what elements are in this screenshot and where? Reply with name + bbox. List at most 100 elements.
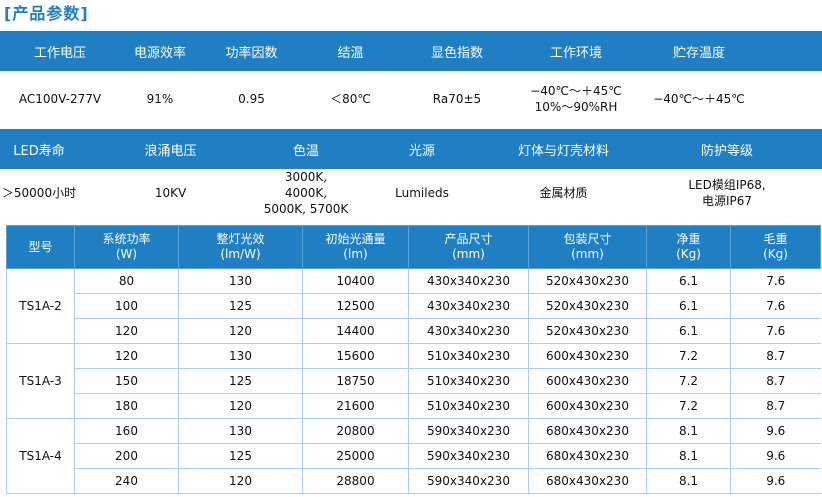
param-header-housing-material: 灯体与灯壳材料	[517, 143, 609, 159]
cell-net-weight: 8.1	[646, 418, 731, 444]
cell-product-size: 510x340x230	[408, 343, 529, 369]
params2-header-band: LED寿命 浪涌电压 色温 光源 灯体与灯壳材料 防护等级	[0, 129, 822, 169]
cell-product-size: 590x340x230	[408, 418, 529, 444]
col-header-system-power: 系统功率 (W)	[74, 225, 179, 269]
cell-system-power: 100	[74, 293, 179, 319]
col-header-net-weight: 净重 (Kg)	[646, 225, 731, 269]
param-header-junction-temp: 结温	[337, 45, 364, 61]
table-row: 200 125 25000 590x340x230 680x430x230 8.1 9.6	[7, 443, 821, 469]
col-header-product-size: 产品尺寸 (mm)	[408, 225, 529, 269]
cell-efficacy: 120	[178, 393, 303, 419]
cell-product-size: 590x340x230	[408, 443, 529, 469]
cell-product-size: 430x340x230	[408, 318, 529, 344]
param-value-power-efficiency: 91%	[146, 92, 174, 106]
cell-gross-weight: 7.6	[730, 268, 821, 294]
cell-net-weight: 6.1	[646, 318, 731, 344]
table-row: TS1A-4 160 130 20800 590x340x230 680x430x230 8…	[6, 418, 821, 494]
cell-initial-flux: 14400	[302, 318, 409, 344]
params1-value-row: AC100V-277V 91% 0.95 ＜80℃ Ra70±5 −40℃～＋4…	[0, 76, 822, 122]
table-row: 150 125 18750 510x340x230 600x430x230 7.2 8.7	[7, 368, 821, 394]
cell-gross-weight: 9.6	[730, 443, 821, 469]
table-row: 100 125 12500 430x340x230 520x430x230 6.1 7.6	[7, 293, 821, 319]
param-header-cri: 显色指数	[430, 45, 483, 61]
col-header-package-size: 包装尺寸 (mm)	[528, 225, 647, 269]
param-value-storage-temp: −40℃～＋45℃	[653, 92, 745, 106]
table-row: TS1A-3 120 130 15600 510x340x230 600x430x230 7…	[6, 343, 821, 419]
cell-initial-flux: 18750	[302, 368, 409, 394]
cell-product-size: 430x340x230	[408, 268, 529, 294]
cell-efficacy: 130	[178, 418, 303, 444]
cell-net-weight: 7.2	[646, 343, 731, 369]
cell-initial-flux: 28800	[302, 468, 409, 494]
col-header-gross-weight: 毛重 (Kg)	[730, 225, 821, 269]
cell-package-size: 600x430x230	[528, 343, 647, 369]
cell-package-size: 600x430x230	[528, 368, 647, 394]
param-header-surge-voltage: 浪涌电压	[144, 143, 197, 159]
param-header-power-factor: 功率因数	[225, 45, 278, 61]
page-title: [产品参数]	[4, 4, 89, 23]
param-value-surge-voltage: 10KV	[154, 186, 187, 200]
spec-table-header-row: 型号 系统功率 (W) 整灯光效 (lm/W) 初始光通量 (lm) 产品尺寸 …	[6, 225, 821, 269]
col-header-initial-flux: 初始光通量 (lm)	[302, 225, 409, 269]
table-row: TS1A-2 80 130 10400 430x340x230 520x430x230 6.…	[6, 268, 821, 344]
params1-header-band: 工作电压 电源效率 功率因数 结温 显色指数 工作环境 贮存温度	[0, 31, 822, 71]
param-header-light-source: 光源	[408, 143, 435, 159]
param-value-color-temp: 3000K, 4000K, 5000K, 5700K	[263, 170, 349, 216]
cell-net-weight: 6.1	[646, 268, 731, 294]
param-header-power-efficiency: 电源效率	[133, 45, 186, 61]
col-header-efficacy: 整灯光效 (lm/W)	[178, 225, 303, 269]
table-row: 240 120 28800 590x340x230 680x430x230 8.1 9.6	[7, 468, 821, 494]
cell-efficacy: 125	[178, 368, 303, 394]
param-value-operating-voltage: AC100V-277V	[18, 92, 102, 106]
cell-efficacy: 125	[178, 443, 303, 469]
cell-net-weight: 6.1	[646, 293, 731, 319]
cell-package-size: 520x430x230	[528, 268, 647, 294]
cell-package-size: 520x430x230	[528, 318, 647, 344]
cell-package-size: 680x430x230	[528, 468, 647, 494]
cell-gross-weight: 7.6	[730, 293, 821, 319]
cell-net-weight: 8.1	[646, 468, 731, 494]
cell-gross-weight: 9.6	[730, 418, 821, 444]
table-row: 120 120 14400 430x340x230 520x430x230 6.1 7.6	[7, 318, 821, 344]
cell-package-size: 680x430x230	[528, 418, 647, 444]
cell-efficacy: 120	[178, 318, 303, 344]
cell-net-weight: 7.2	[646, 393, 731, 419]
cell-product-size: 430x340x230	[408, 293, 529, 319]
param-value-housing-material: 金属材质	[539, 186, 588, 200]
cell-system-power: 120	[74, 318, 179, 344]
cell-package-size: 680x430x230	[528, 443, 647, 469]
cell-gross-weight: 8.7	[730, 368, 821, 394]
cell-efficacy: 120	[178, 468, 303, 494]
param-value-work-environment: −40℃～＋45℃ 10%～90%RH	[530, 84, 622, 114]
cell-efficacy: 125	[178, 293, 303, 319]
cell-system-power: 180	[74, 393, 179, 419]
param-value-ip-rating: LED模组IP68, 电源IP67	[688, 178, 766, 208]
params2-value-row: ＞50000小时 10KV 3000K, 4000K, 5000K, 5700K…	[0, 170, 822, 216]
param-value-power-factor: 0.95	[238, 92, 265, 106]
cell-package-size: 520x430x230	[528, 293, 647, 319]
cell-system-power: 200	[74, 443, 179, 469]
cell-net-weight: 7.2	[646, 368, 731, 394]
cell-model: TS1A-3	[6, 343, 75, 419]
param-value-light-source: Lumileds	[395, 186, 449, 200]
cell-initial-flux: 20800	[302, 418, 409, 444]
param-value-led-lifetime: ＞50000小时	[1, 186, 77, 200]
cell-efficacy: 130	[178, 268, 303, 294]
spec-table: 型号 系统功率 (W) 整灯光效 (lm/W) 初始光通量 (lm) 产品尺寸 …	[6, 225, 821, 494]
param-value-cri: Ra70±5	[432, 92, 482, 106]
cell-product-size: 510x340x230	[408, 368, 529, 394]
spec-table-body: TS1A-2 80 130 10400 430x340x230 520x430x230 6.…	[6, 268, 821, 494]
col-header-model: 型号	[6, 225, 75, 269]
cell-system-power: 160	[74, 418, 179, 444]
param-header-ip-rating: 防护等级	[700, 143, 753, 159]
cell-system-power: 150	[74, 368, 179, 394]
cell-initial-flux: 25000	[302, 443, 409, 469]
cell-initial-flux: 21600	[302, 393, 409, 419]
cell-system-power: 120	[74, 343, 179, 369]
cell-system-power: 80	[74, 268, 179, 294]
cell-efficacy: 130	[178, 343, 303, 369]
cell-system-power: 240	[74, 468, 179, 494]
cell-initial-flux: 12500	[302, 293, 409, 319]
param-header-color-temp: 色温	[292, 143, 319, 159]
cell-net-weight: 8.1	[646, 443, 731, 469]
